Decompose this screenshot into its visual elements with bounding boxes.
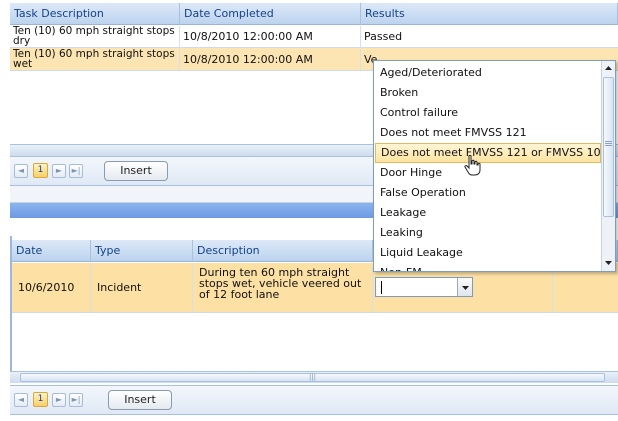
dropdown-option[interactable]: Non-FM [375,263,601,271]
column-header-description[interactable]: Description [193,240,373,262]
next-page-icon[interactable]: ► [52,164,66,178]
dropdown-option[interactable]: Door Hinge [375,163,601,183]
column-header-date[interactable]: Date [12,240,91,262]
scrollbar-thumb[interactable] [603,77,614,217]
next-page-icon[interactable]: ► [52,393,66,407]
column-header-results[interactable]: Results [361,3,618,25]
first-page-icon[interactable]: ◄ [14,164,28,178]
chevron-down-icon[interactable] [457,278,472,296]
dropdown-option[interactable]: Liquid Leakage [375,243,601,263]
dropdown-option[interactable]: False Operation [375,183,601,203]
first-page-icon[interactable]: ◄ [14,393,28,407]
description-cell[interactable]: During ten 60 mph straight stops wet, ve… [193,267,373,311]
dropdown-option[interactable]: Leakage [375,203,601,223]
date-cell[interactable]: 10/6/2010 [12,263,91,312]
date-completed-cell[interactable]: 10/8/2010 12:00:00 AM [180,49,361,70]
last-page-icon[interactable]: ►| [69,164,83,178]
task-description-cell[interactable]: Ten (10) 60 mph straight stops wet [10,49,180,70]
scroll-up-icon[interactable] [603,63,614,74]
task-description-cell[interactable]: Ten (10) 60 mph straight stops dry [10,26,180,47]
results-dropdown-list[interactable]: Aged/Deteriorated Broken Control failure… [373,60,616,272]
page-1-button[interactable]: 1 [33,392,48,407]
results-cell[interactable]: Passed [361,26,618,47]
vertical-scrollbar[interactable] [601,61,615,271]
type-cell[interactable]: Incident [91,263,193,312]
pointer-cursor-icon [463,154,483,177]
scrollbar-grip [605,141,612,142]
dropdown-option[interactable]: Does not meet FMVSS 121 [375,123,601,143]
column-header-date-completed[interactable]: Date Completed [180,3,361,25]
bottom-pager [10,385,618,415]
column-header-task-description[interactable]: Task Description [10,3,180,25]
scrollbar-thumb[interactable]: ||| [20,373,605,382]
last-page-icon[interactable]: ►| [69,393,83,407]
insert-button[interactable]: Insert [108,390,172,410]
dropdown-option[interactable]: Control failure [375,103,601,123]
page-1-button[interactable]: 1 [33,163,48,178]
date-completed-cell[interactable]: 10/8/2010 12:00:00 AM [180,26,361,47]
row-divider [12,312,618,313]
scroll-down-icon[interactable] [603,257,614,268]
dropdown-option[interactable]: Broken [375,83,601,103]
dropdown-option[interactable]: Aged/Deteriorated [375,63,601,83]
column-header-type[interactable]: Type [91,240,193,262]
dropdown-option-highlighted[interactable]: Does not meet FMVSS 121 or FMVSS 105 [375,143,601,163]
dropdown-option[interactable]: Leaking [375,223,601,243]
insert-button[interactable]: Insert [104,161,168,181]
text-caret [381,281,382,294]
